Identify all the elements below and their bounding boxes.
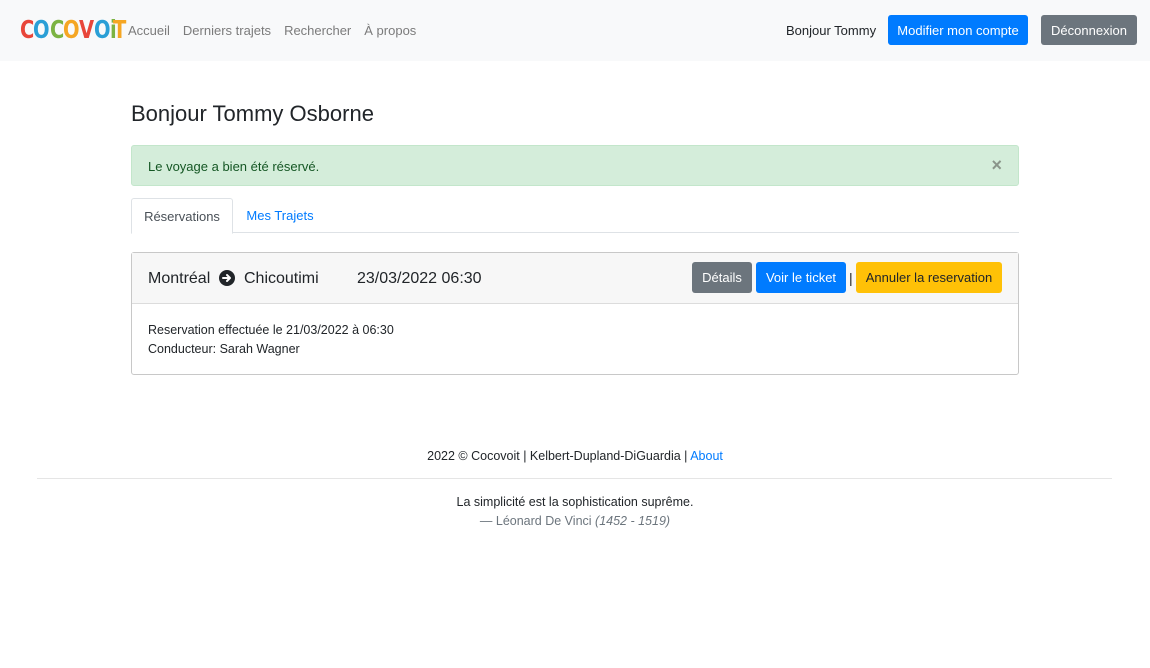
tab-mes-trajets[interactable]: Mes Trajets	[233, 198, 327, 233]
quote-author-dates: (1452 - 1519)	[595, 514, 671, 528]
trip-destination: Chicoutimi	[244, 270, 319, 287]
footer-copyright-text: 2022 © Cocovoit | Kelbert-Dupland-DiGuar…	[427, 449, 688, 463]
logo-letter: V	[79, 15, 94, 44]
nav-link-derniers-trajets[interactable]: Derniers trajets	[183, 22, 271, 39]
logo-letter: C	[49, 15, 64, 44]
logout-button[interactable]: Déconnexion	[1041, 15, 1137, 45]
edit-account-button[interactable]: Modifier mon compte	[888, 15, 1028, 45]
logo-letter: O	[93, 15, 111, 44]
logo-letter: O	[33, 15, 50, 44]
button-separator: |	[849, 270, 853, 286]
close-icon[interactable]: ×	[991, 155, 1002, 175]
success-alert: Le voyage a bien été réservé. ×	[131, 145, 1019, 186]
nav-link-accueil[interactable]: Accueil	[128, 22, 170, 39]
navbar: COCOVOiT Accueil Derniers trajets Recher…	[0, 0, 1150, 61]
logo-letter: O	[62, 15, 80, 44]
view-ticket-button[interactable]: Voir le ticket	[756, 262, 846, 293]
reservation-date-text: Reservation effectuée le 21/03/2022 à 06…	[148, 323, 394, 337]
logo-letter: C	[20, 15, 34, 44]
details-button[interactable]: Détails	[692, 262, 752, 293]
reservation-card: Montréal Chicoutimi 23/03/2022 06:30 Dét…	[131, 252, 1019, 375]
reservation-card-header: Montréal Chicoutimi 23/03/2022 06:30 Dét…	[132, 253, 1018, 304]
alert-message: Le voyage a bien été réservé.	[148, 159, 320, 174]
footer-divider	[37, 478, 1112, 479]
quote-author: — Léonard De Vinci (1452 - 1519)	[0, 513, 1150, 529]
footer-about-link[interactable]: About	[690, 449, 723, 463]
nav-link-a-propos[interactable]: À propos	[364, 22, 416, 39]
cancel-reservation-button[interactable]: Annuler la reservation	[856, 262, 1002, 293]
driver-text: Conducteur: Sarah Wagner	[148, 342, 300, 356]
cocovoit-logo[interactable]: COCOVOiT	[20, 14, 127, 46]
arrow-circle-right-icon	[219, 270, 235, 286]
nav-link-rechercher[interactable]: Rechercher	[284, 22, 351, 39]
quote-author-name: — Léonard De Vinci	[479, 514, 592, 528]
footer-copyright: 2022 © Cocovoit | Kelbert-Dupland-DiGuar…	[0, 448, 1150, 464]
user-greeting: Bonjour Tommy	[786, 23, 877, 38]
tab-reservations[interactable]: Réservations	[131, 198, 233, 234]
trip-datetime: 23/03/2022 06:30	[357, 270, 482, 287]
footer-quote: La simplicité est la sophistication supr…	[456, 495, 694, 509]
page-title: Bonjour Tommy Osborne	[131, 101, 374, 126]
trip-origin: Montréal	[148, 270, 211, 287]
nav-links: Accueil Derniers trajets Rechercher À pr…	[128, 22, 429, 39]
logo-letter: T	[113, 15, 126, 44]
tabs: Réservations Mes Trajets	[131, 198, 1019, 234]
